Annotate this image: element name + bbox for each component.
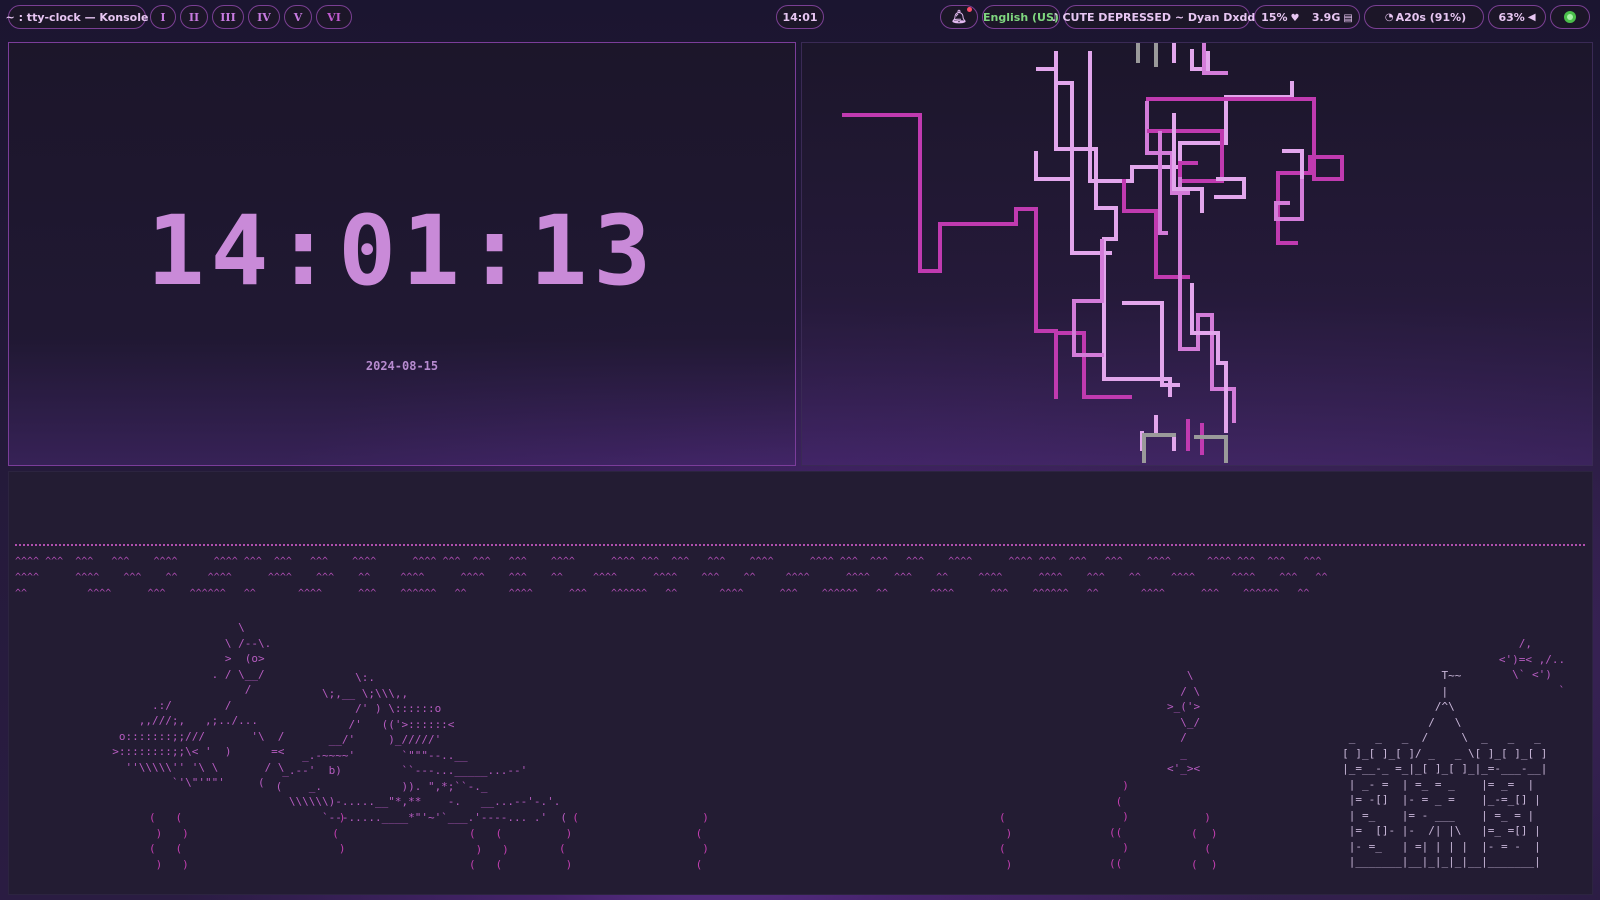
wave-line: ^^^^ ^^^ ^^^ ^^^ ^^^^ ^^^^ ^^^ ^^^ ^^^ ^… — [15, 556, 1322, 567]
speaker-icon: ◀ — [1527, 11, 1536, 23]
pipe — [842, 113, 1058, 399]
pipe — [1054, 51, 1112, 255]
tty-clock-window[interactable]: 14:01:13 2024-08-15 — [8, 42, 796, 466]
pipe — [1142, 433, 1176, 463]
clock-date: 2024-08-15 — [365, 359, 439, 373]
seaweed: ) ( ) — [332, 811, 346, 855]
media-player[interactable]: ♪ CUTE DEPRESSED ~ Dyan Dxddy — [1052, 5, 1262, 29]
memory-usage: 3.9G — [1311, 10, 1341, 24]
seaweed: ( ) ( ) — [559, 811, 579, 871]
shark: \:. \;,__ \;\\\,, /' ) \::::::o /' (('>:… — [275, 671, 568, 824]
pipes-canvas — [842, 43, 1344, 463]
system-stats[interactable]: 15% ♥ 3.9G ▤ — [1254, 5, 1360, 29]
workspace-5[interactable]: V — [284, 5, 312, 29]
volume-control[interactable]: 63% ◀ — [1488, 5, 1546, 29]
pipes-window[interactable] — [801, 42, 1593, 466]
wave-line: ^^^^ ^^^^ ^^^ ^^ ^^^^ ^^^^ ^^^ ^^ ^^^^ ^… — [15, 572, 1328, 583]
heart-icon: ♥ — [1290, 12, 1300, 24]
workspace-2[interactable]: II — [180, 5, 208, 29]
pipe — [1056, 331, 1132, 399]
small-fish: \ / \ >_('> \_/ / _ <'_>< — [1167, 669, 1201, 775]
network-status[interactable]: ◔ A20s (91%) — [1364, 5, 1484, 29]
green-circle-icon — [1564, 11, 1576, 23]
active-window-title[interactable]: ~ : tty-clock — Konsole — [6, 5, 148, 29]
aquarium-window[interactable]: ^^^^ ^^^ ^^^ ^^^ ^^^^ ^^^^ ^^^ ^^^ ^^^ ^… — [8, 471, 1593, 895]
castle: T~~ | /^\ / \ _ _ _ / \ _ _ _ [ ]_[ ]_[ … — [1342, 669, 1548, 868]
bar-clock[interactable]: 14:01 — [776, 5, 824, 29]
pipe — [1072, 239, 1104, 357]
clock-time: 14:01:13 — [146, 195, 658, 307]
volume-label: 63% — [1498, 10, 1525, 24]
pipe — [1194, 435, 1228, 463]
workspace-6[interactable]: VI — [316, 5, 352, 29]
keyboard-layout[interactable]: English (US) — [982, 5, 1060, 29]
cpu-usage: 15% — [1261, 10, 1288, 24]
workspace-3[interactable]: III — [212, 5, 244, 29]
top-bar: ~ : tty-clock — Konsole I II III IV V VI… — [0, 0, 1600, 34]
pipe — [1034, 151, 1074, 181]
wave-line: ^^ ^^^^ ^^^ ^^^^^^ ^^ ^^^^ ^^^ ^^^^^^ ^^… — [15, 588, 1310, 599]
memory-icon: ▤ — [1343, 12, 1353, 24]
wifi-icon: ◔ — [1384, 11, 1394, 23]
network-label: A20s (91%) — [1395, 10, 1467, 24]
seaweed: ( ) ( ) — [999, 811, 1013, 871]
notifications-button[interactable]: 🔔︎ — [940, 5, 978, 29]
pipe — [1190, 283, 1228, 433]
seaweed: ) ( ) ( — [695, 811, 709, 871]
workspace-1[interactable]: I — [150, 5, 176, 29]
bell-icon: 🔔︎ — [951, 6, 973, 25]
seaweed: ( ( ) ) ( ( ) ) — [149, 811, 189, 871]
seaweed: ( ( ) ) ( ( — [469, 827, 509, 871]
seaweed: ) ( ) ( ( ) — [1191, 811, 1218, 871]
fish-group-left: \ \ /--\. > (o> . / \__/ / .:/ / ,,///;,… — [112, 621, 285, 789]
water-waves: ^^^^ ^^^ ^^^ ^^^ ^^^^ ^^^^ ^^^ ^^^ ^^^ ^… — [15, 554, 1327, 602]
status-indicator[interactable] — [1550, 5, 1590, 29]
water-surface — [15, 544, 1585, 549]
seaweed: ) ( ) (( ) (( — [1109, 779, 1129, 870]
pipe — [1122, 301, 1180, 387]
pipe — [1158, 131, 1168, 235]
workspace-4[interactable]: IV — [248, 5, 280, 29]
